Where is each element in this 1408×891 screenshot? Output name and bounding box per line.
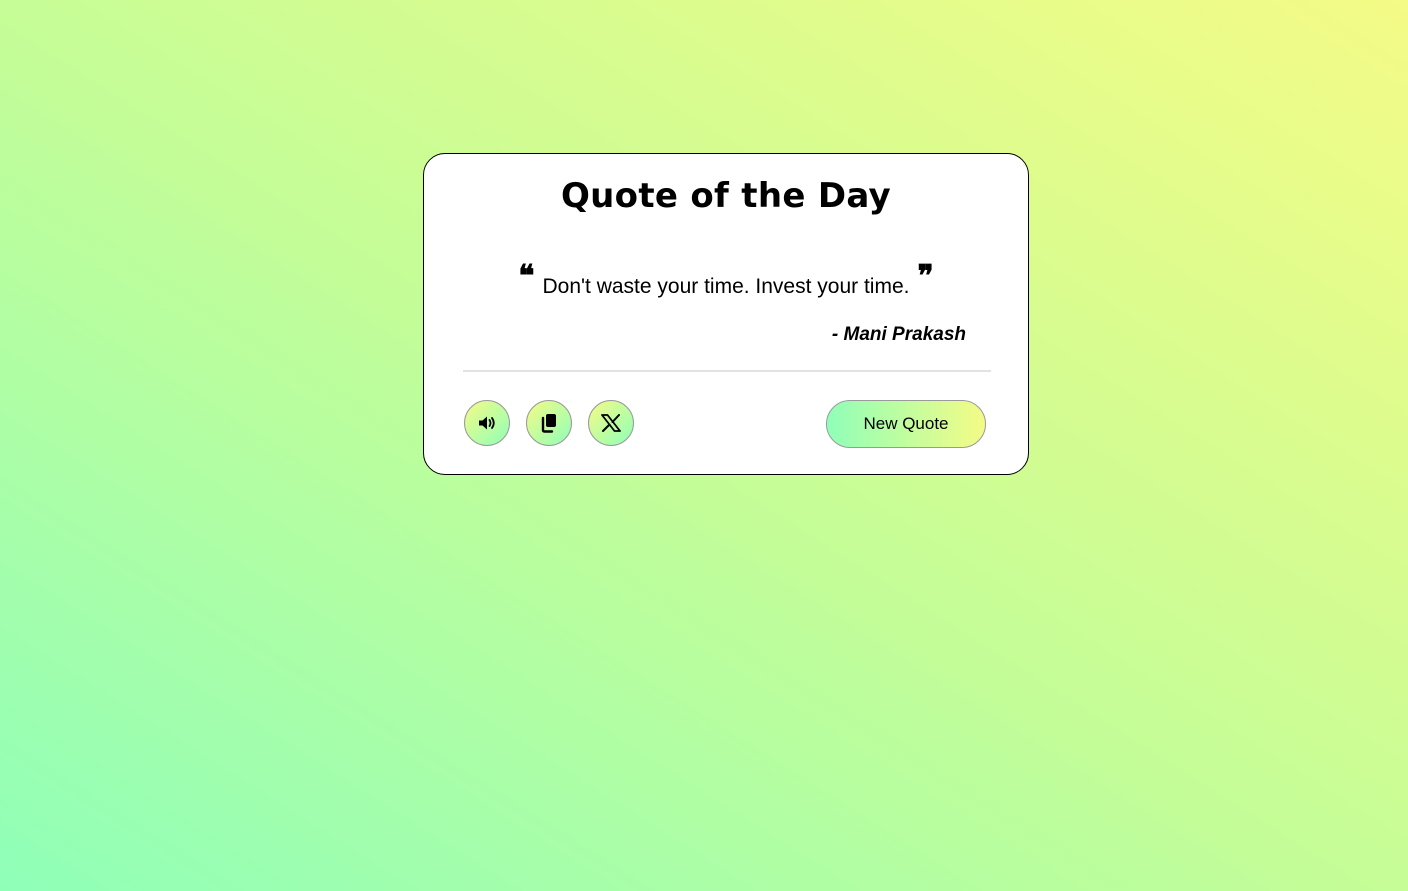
card-title: Quote of the Day [560,176,892,216]
copy-button[interactable] [526,400,572,446]
quote-text: Don't waste your time. Invest your time. [542,275,910,298]
x-twitter-icon [601,414,621,432]
quote-author: - Mani Prakash [831,324,966,345]
share-x-button[interactable] [588,400,634,446]
new-quote-button[interactable]: New Quote [826,400,986,448]
volume-icon [478,415,496,431]
close-quote-icon: ❞ [917,259,934,294]
speak-button[interactable] [464,400,510,446]
quote-card: Quote of the Day ❝ Don't waste your time… [423,153,1029,475]
copy-icon [540,413,558,433]
divider [463,370,991,372]
open-quote-icon: ❝ [518,259,535,294]
quote-row: ❝ Don't waste your time. Invest your tim… [424,259,1028,300]
